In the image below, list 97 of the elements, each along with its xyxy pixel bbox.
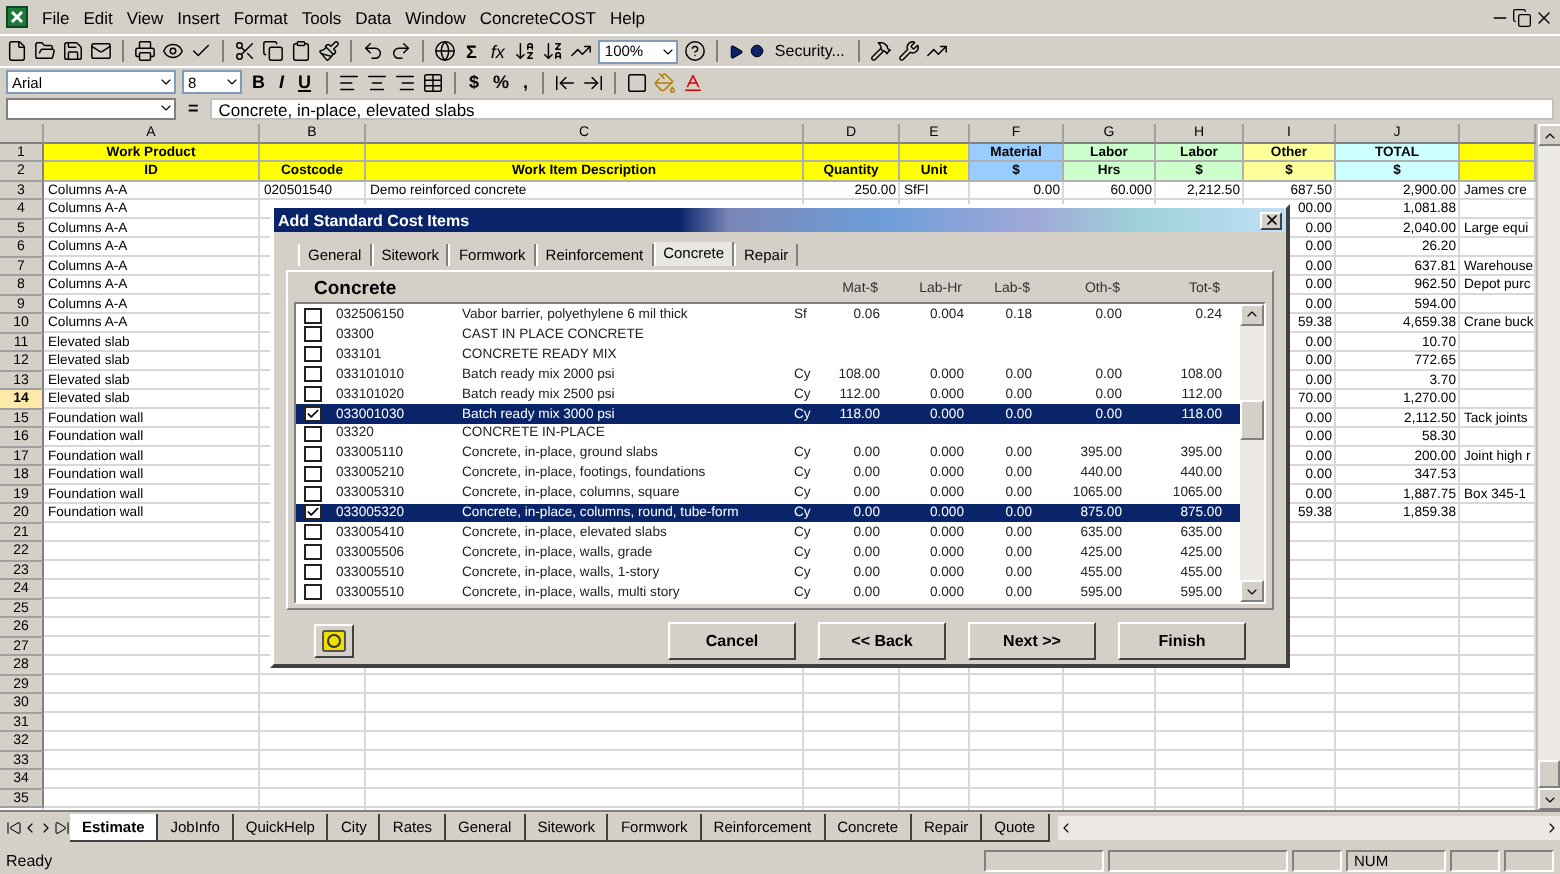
sort-ascending-icon[interactable] (514, 40, 537, 62)
menu-item[interactable]: Help (609, 7, 645, 27)
checkbox[interactable] (304, 445, 322, 462)
checkbox[interactable] (304, 485, 322, 502)
chart-icon[interactable] (570, 40, 593, 62)
menu-item[interactable]: Edit (83, 7, 113, 27)
merge-icon[interactable] (421, 71, 444, 93)
scroll-right-icon[interactable] (1544, 820, 1560, 836)
checkbox[interactable] (304, 504, 322, 521)
horizontal-scrollbar[interactable] (1057, 816, 1560, 840)
checkbox[interactable] (304, 326, 322, 343)
list-scrollbar[interactable] (1240, 303, 1264, 602)
scroll-thumb[interactable] (1538, 760, 1560, 788)
menu-item[interactable]: File (42, 7, 70, 27)
align-center-icon[interactable] (365, 71, 388, 93)
status-panel (1504, 849, 1554, 871)
restore-icon[interactable] (1512, 7, 1532, 27)
dialog-button[interactable]: << Back (818, 622, 946, 660)
hammer-icon[interactable] (870, 40, 893, 62)
next-sheet-icon[interactable] (38, 820, 54, 836)
border-icon[interactable] (626, 71, 649, 93)
checkbox[interactable] (304, 524, 322, 541)
checkbox[interactable] (304, 406, 322, 423)
copy-icon[interactable] (262, 40, 284, 62)
app-icon[interactable] (6, 6, 28, 28)
security-button[interactable]: Security... (770, 42, 849, 60)
menu-item[interactable]: View (126, 7, 164, 27)
select-all-corner[interactable] (0, 124, 44, 143)
vertical-scrollbar[interactable] (1536, 124, 1560, 810)
checkbox[interactable] (304, 564, 322, 581)
percent-button[interactable]: % (489, 72, 514, 92)
menu-item[interactable]: Data (355, 7, 392, 27)
checkbox[interactable] (304, 366, 322, 383)
help-button[interactable] (314, 624, 354, 658)
folder-icon[interactable] (34, 40, 56, 62)
check-icon[interactable] (190, 40, 212, 62)
menu-item[interactable]: ConcreteCOST (479, 7, 596, 27)
dot-icon[interactable] (750, 44, 765, 58)
first-sheet-icon[interactable] (6, 820, 22, 836)
redo-icon[interactable] (390, 40, 412, 62)
dialog-button[interactable]: Finish (1118, 622, 1246, 660)
fill-color-icon[interactable] (654, 71, 677, 93)
bold-button[interactable]: B (248, 72, 269, 92)
status-panel (1292, 849, 1342, 871)
checkbox[interactable] (304, 346, 322, 363)
increase-indent-icon[interactable] (582, 71, 605, 93)
close-button[interactable] (1260, 211, 1282, 229)
previous-sheet-icon[interactable] (22, 820, 38, 836)
dialog-title: Add Standard Cost Items (278, 211, 470, 229)
preview-icon[interactable] (162, 40, 184, 62)
scroll-thumb[interactable] (1240, 399, 1264, 440)
status-panel (1450, 849, 1500, 871)
mail-icon[interactable] (90, 40, 112, 62)
wrench-icon[interactable] (898, 40, 921, 62)
help-icon[interactable] (684, 40, 707, 62)
close-icon[interactable] (1534, 7, 1554, 27)
italic-button[interactable]: I (275, 72, 289, 92)
cut-icon[interactable] (234, 40, 256, 62)
paste-icon[interactable] (290, 40, 312, 62)
checkbox[interactable] (304, 465, 322, 482)
paintbrush-icon[interactable] (318, 40, 340, 62)
globe-icon[interactable] (434, 40, 456, 62)
status-text: Ready (6, 851, 55, 869)
last-sheet-icon[interactable] (54, 820, 70, 836)
menu-item[interactable]: Window (405, 7, 466, 27)
menu-item[interactable]: Insert (177, 7, 220, 27)
undo-icon[interactable] (362, 40, 384, 62)
currency-button[interactable]: $ (465, 72, 484, 92)
align-left-icon[interactable] (337, 71, 360, 93)
sort-descending-icon[interactable] (542, 40, 565, 62)
sum-button[interactable]: Σ (462, 41, 481, 61)
save-icon[interactable] (62, 40, 84, 62)
align-right-icon[interactable] (393, 71, 416, 93)
checkbox[interactable] (304, 386, 322, 403)
menu-item[interactable]: Tools (301, 7, 342, 27)
function-button[interactable]: fx (486, 41, 509, 61)
menu-item[interactable]: Format (233, 7, 288, 27)
checkbox[interactable] (304, 425, 322, 442)
decrease-indent-icon[interactable] (554, 71, 577, 93)
new-file-icon[interactable] (6, 40, 28, 62)
play-icon[interactable] (728, 43, 745, 59)
status-panel (984, 849, 1104, 871)
checkbox[interactable] (304, 307, 322, 324)
comma-button[interactable]: , (519, 72, 533, 92)
underline-button[interactable]: U (294, 72, 316, 92)
dialog-button[interactable]: Next >> (968, 622, 1096, 660)
checkbox[interactable] (304, 544, 322, 561)
print-icon[interactable] (134, 40, 156, 62)
dropdown-icon[interactable] (224, 74, 240, 90)
checkbox[interactable] (304, 584, 322, 601)
section-title: Concrete (312, 278, 399, 301)
font-color-icon[interactable] (682, 71, 705, 93)
formula-field[interactable]: Concrete, in-place, elevated slabs (210, 97, 1554, 119)
equals-sign: = (186, 98, 201, 118)
name-box[interactable] (6, 97, 176, 119)
dialog-button[interactable]: Cancel (668, 622, 796, 660)
graph-icon[interactable] (926, 40, 949, 62)
